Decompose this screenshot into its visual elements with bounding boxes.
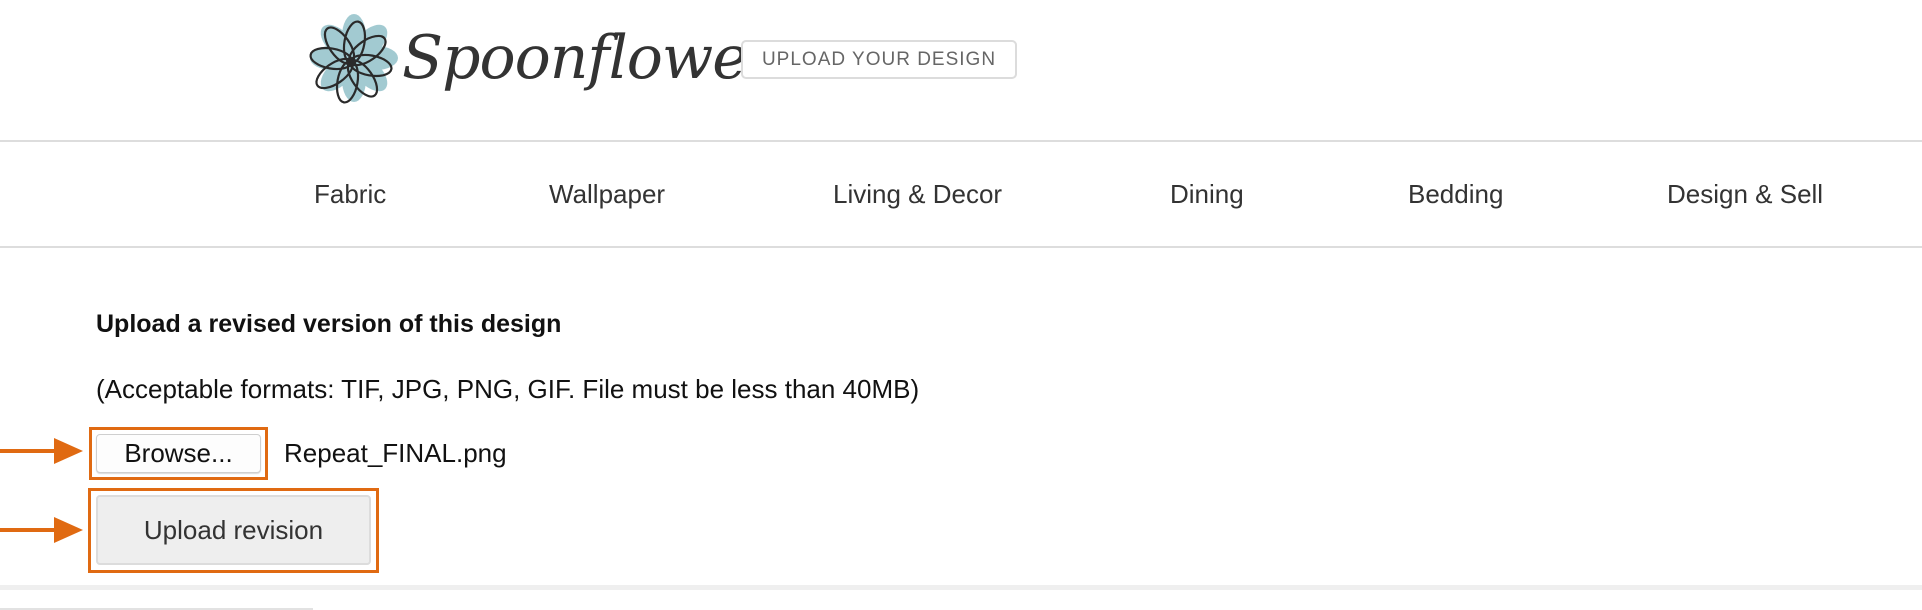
- nav-item-fabric[interactable]: Fabric: [314, 142, 386, 246]
- formats-note: (Acceptable formats: TIF, JPG, PNG, GIF.…: [96, 374, 920, 404]
- annotation-arrow-icon: [0, 517, 83, 543]
- main-nav: Fabric Wallpaper Living & Decor Dining B…: [0, 140, 1922, 248]
- nav-item-dining[interactable]: Dining: [1170, 142, 1244, 246]
- nav-item-living-decor[interactable]: Living & Decor: [833, 142, 1002, 246]
- section-heading: Upload a revised version of this design: [96, 310, 562, 338]
- flower-logo-icon: [309, 14, 398, 104]
- spoonflower-logo[interactable]: Spoonflower: [308, 12, 775, 112]
- nav-item-design-sell[interactable]: Design & Sell: [1667, 142, 1823, 246]
- nav-item-wallpaper[interactable]: Wallpaper: [549, 142, 665, 246]
- section-divider: [0, 585, 1922, 590]
- logo-wordmark: Spoonflower: [402, 23, 775, 93]
- annotation-arrow-icon: [0, 438, 83, 464]
- upload-your-design-button[interactable]: Upload Your Design: [741, 40, 1017, 79]
- nav-item-bedding[interactable]: Bedding: [1408, 142, 1503, 246]
- selected-file-name: Repeat_FINAL.png: [284, 438, 507, 468]
- browse-button[interactable]: Browse...: [96, 434, 261, 473]
- site-header: Spoonflower Upload Your Design: [0, 0, 1922, 140]
- upload-revision-button[interactable]: Upload revision: [96, 495, 371, 565]
